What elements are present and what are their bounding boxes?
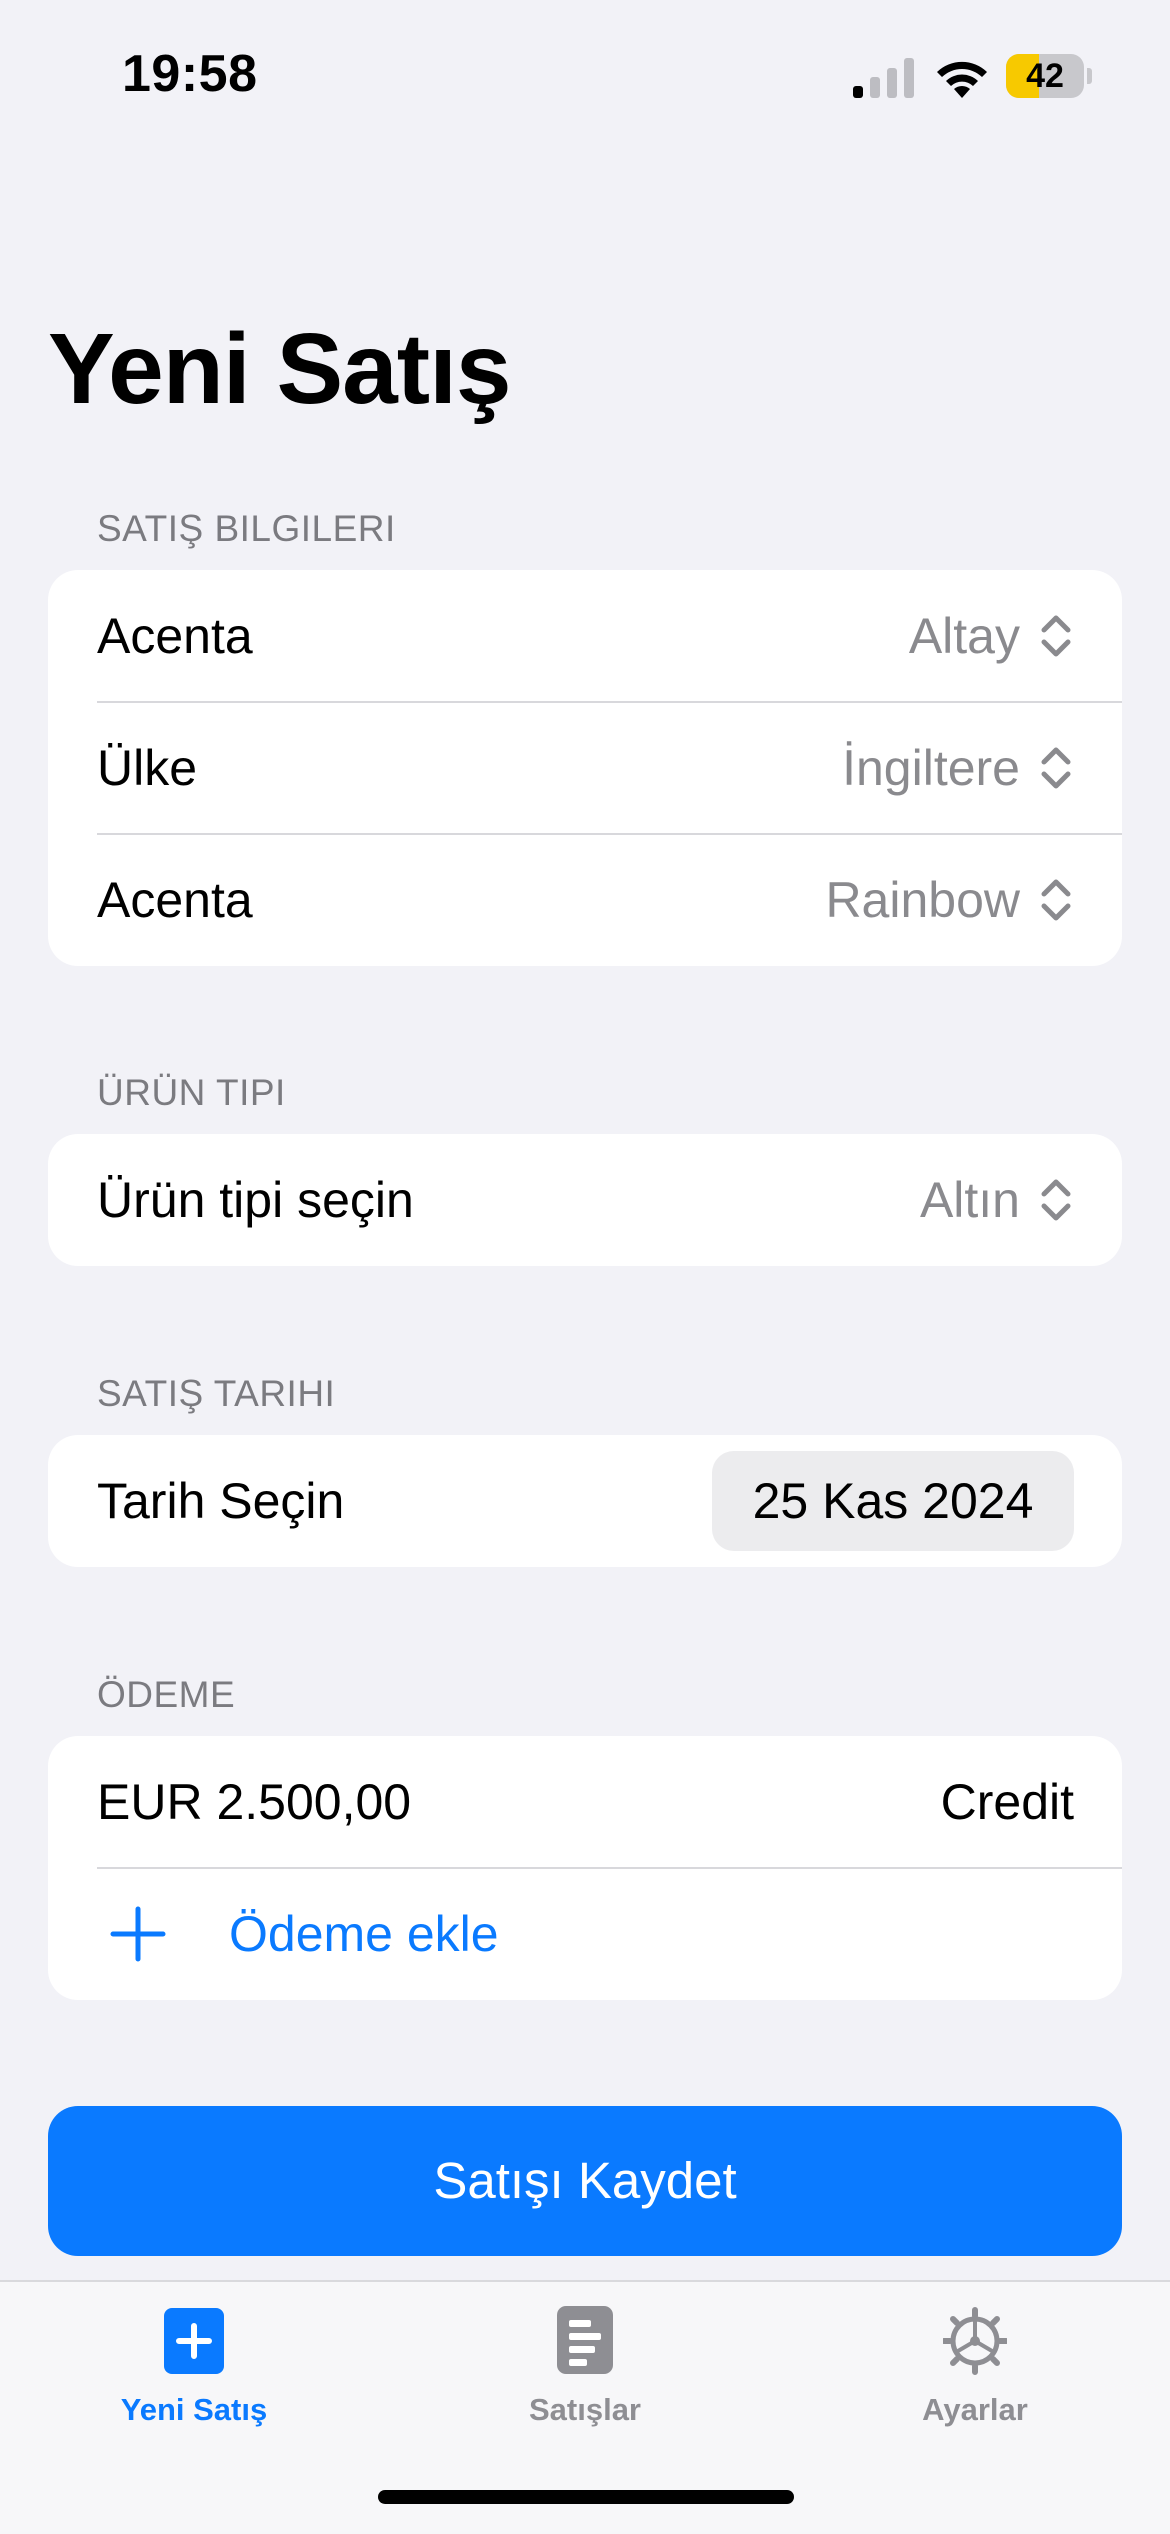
chevron-up-down-icon	[1041, 879, 1071, 921]
add-payment-button[interactable]: Ödeme ekle	[48, 1868, 1122, 2000]
date-label: Tarih Seçin	[97, 1473, 345, 1529]
page-title: Yeni Satış	[48, 313, 511, 425]
product-type-picker-row[interactable]: Ürün tipi seçin Altın	[48, 1134, 1122, 1266]
tab-label-new-sale: Yeni Satış	[120, 2392, 268, 2427]
product-type-value: Altın	[919, 1172, 1020, 1228]
status-time: 19:58	[122, 45, 258, 103]
country-value: İngiltere	[842, 740, 1020, 796]
product-type-label: Ürün tipi seçin	[97, 1172, 414, 1228]
plus-icon	[110, 1906, 166, 1962]
gear-icon	[943, 2307, 1007, 2375]
agency-label: Acenta	[97, 608, 253, 664]
chevron-up-down-icon	[1041, 747, 1071, 789]
date-picker-button[interactable]: 25 Kas 2024	[712, 1451, 1074, 1551]
payment-card: EUR 2.500,00 Credit Ödeme ekle	[48, 1736, 1122, 2000]
tab-sales[interactable]: Satışlar	[435, 2282, 735, 2442]
agency-value-2: Rainbow	[825, 872, 1020, 928]
sale-info-card: Acenta Altay Ülke İngiltere Acenta Rainb…	[48, 570, 1122, 966]
battery-level-text: 42	[1026, 57, 1064, 95]
tab-label-sales: Satışlar	[528, 2392, 641, 2427]
section-header-sale-date: SATIŞ TARIHI	[97, 1373, 336, 1414]
tab-settings[interactable]: Ayarlar	[825, 2282, 1125, 2442]
home-indicator	[378, 2490, 794, 2504]
section-header-payment: ÖDEME	[97, 1674, 236, 1715]
agency-label-2: Acenta	[97, 872, 253, 928]
section-header-product-type: ÜRÜN TIPI	[97, 1072, 286, 1113]
payment-entry-row[interactable]: EUR 2.500,00 Credit	[48, 1736, 1122, 1868]
product-type-card: Ürün tipi seçin Altın	[48, 1134, 1122, 1266]
chevron-up-down-icon	[1041, 1179, 1071, 1221]
country-picker-row[interactable]: Ülke İngiltere	[48, 702, 1122, 834]
agency-value: Altay	[908, 608, 1020, 664]
document-list-icon	[557, 2306, 613, 2374]
cellular-signal-icon	[853, 58, 914, 98]
save-sale-button[interactable]: Satışı Kaydet	[48, 2106, 1122, 2256]
payment-amount: EUR 2.500,00	[97, 1774, 412, 1830]
section-header-sale-info: SATIŞ BILGILERI	[97, 508, 396, 549]
battery-icon: 42	[1006, 54, 1092, 98]
agency-picker-row[interactable]: Acenta Altay	[48, 570, 1122, 702]
sale-date-row: Tarih Seçin 25 Kas 2024	[48, 1435, 1122, 1567]
tab-new-sale[interactable]: Yeni Satış	[44, 2282, 344, 2442]
add-payment-label: Ödeme ekle	[229, 1906, 499, 1962]
payment-method: Credit	[940, 1774, 1074, 1830]
wifi-icon	[937, 61, 987, 98]
country-label: Ülke	[97, 740, 198, 796]
sale-date-card: Tarih Seçin 25 Kas 2024	[48, 1435, 1122, 1567]
tab-label-settings: Ayarlar	[922, 2392, 1028, 2427]
plus-square-icon	[164, 2308, 224, 2374]
agency-picker-row-2[interactable]: Acenta Rainbow	[48, 834, 1122, 966]
chevron-up-down-icon	[1041, 615, 1071, 657]
